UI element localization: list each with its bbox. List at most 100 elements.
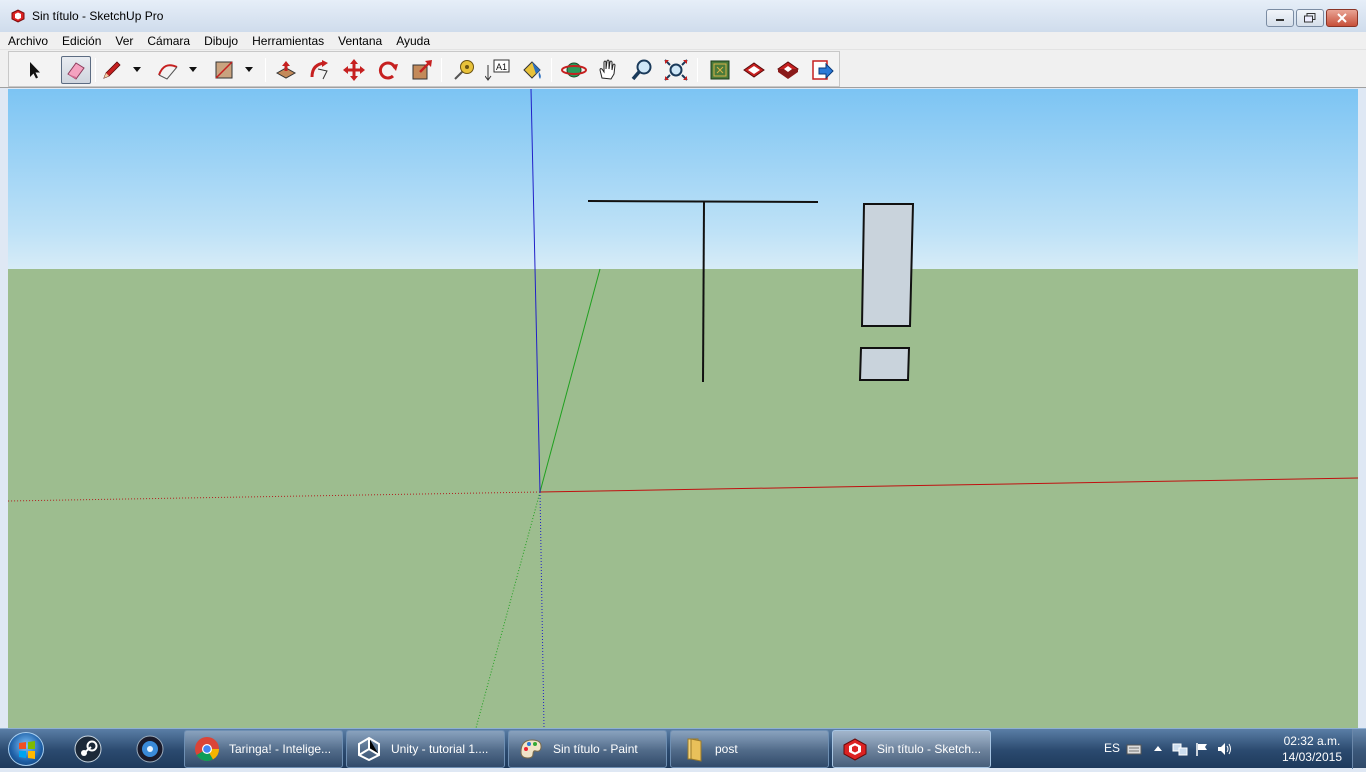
arc-dropdown-arrow[interactable] [187,56,199,84]
magnifier-icon [631,59,652,81]
volume-icon[interactable] [1216,741,1232,757]
minimize-button[interactable] [1266,9,1294,27]
restore-icon [1304,13,1316,23]
text-tool-button[interactable]: A1 [483,56,513,84]
restore-button[interactable] [1296,9,1324,27]
window-controls [1266,9,1358,27]
show-desktop-button[interactable] [1352,729,1366,769]
push-pull-tool-button[interactable] [271,56,301,84]
show-hidden-icons-icon[interactable] [1150,741,1166,757]
svg-text:A1: A1 [496,62,507,72]
get-models-button[interactable] [705,56,735,84]
taskbar: Taringa! - Intelige... Unity - tutorial … [0,728,1366,769]
toolbar-separator [265,58,266,82]
zoom-extents-tool-button[interactable] [661,56,691,84]
taskbar-button-label: Sin título - Sketch... [877,742,982,756]
menu-edicion[interactable]: Edición [55,33,108,49]
green-axis-positive [539,268,601,493]
orbit-tool-button[interactable] [559,56,589,84]
chevron-down-icon [133,67,141,72]
drawing-viewport[interactable] [8,89,1358,728]
network-icon[interactable] [1172,741,1188,757]
taskbar-button-paint[interactable]: Sin título - Paint [508,730,667,768]
paint-bucket-tool-button[interactable] [517,56,547,84]
scale-tool-button[interactable] [407,56,437,84]
clock[interactable]: 02:32 a.m. 14/03/2015 [1282,733,1342,765]
orbit-icon [561,62,587,78]
pencil-icon [103,61,121,79]
action-center-flag-icon[interactable] [1194,741,1210,757]
taskbar-button-folder[interactable]: post [670,730,829,768]
move-tool-button[interactable] [339,56,369,84]
keyboard-icon[interactable] [1126,741,1142,757]
menu-archivo[interactable]: Archivo [0,33,55,49]
tape-measure-tool-button[interactable] [449,56,479,84]
rectangle-tool-button[interactable] [209,56,239,84]
sketchup-icon [11,9,25,23]
taskbar-button-sketchup[interactable]: Sin título - Sketch... [832,730,991,768]
menu-herramientas[interactable]: Herramientas [245,33,331,49]
taskbar-button-label: Taringa! - Intelige... [229,742,332,756]
t-crossbar-edge [587,200,819,203]
green-axis-negative [475,491,541,728]
close-icon [1337,13,1347,23]
unity-icon [358,736,380,762]
line-tool-button[interactable] [97,56,127,84]
taskbar-pinned-media-center[interactable] [124,731,176,767]
language-indicator[interactable]: ES [1104,741,1120,755]
sketchup-icon [843,738,867,761]
folder-icon [687,738,702,762]
arc-tool-button[interactable] [153,56,183,84]
rectangle-dropdown-arrow[interactable] [243,56,255,84]
window-title: Sin título - SketchUp Pro [32,9,164,23]
chevron-down-icon [189,67,197,72]
scale-icon [412,60,432,80]
pan-tool-button[interactable] [593,56,623,84]
menu-ver[interactable]: Ver [108,33,140,49]
start-button[interactable] [8,732,44,766]
model-scene [8,89,1358,728]
taskbar-button-chrome[interactable]: Taringa! - Intelige... [184,730,343,768]
close-button[interactable] [1326,9,1358,27]
toolbar-separator [697,58,698,82]
rotate-tool-button[interactable] [373,56,403,84]
taskbar-button-unity[interactable]: Unity - tutorial 1.... [346,730,505,768]
blue-axis-negative [539,491,545,728]
menu-camara[interactable]: Cámara [140,33,197,49]
taskbar-button-label: Unity - tutorial 1.... [391,742,489,756]
menu-dibujo[interactable]: Dibujo [197,33,245,49]
line-dropdown-arrow[interactable] [131,56,143,84]
zoom-tool-button[interactable] [627,56,657,84]
toolbar-frame: A1 [8,51,840,87]
menu-ventana[interactable]: Ventana [331,33,389,49]
push-pull-icon [275,61,297,79]
system-tray: ES 02:32 a.m. 14/03/2015 [1096,729,1366,769]
steam-icon [74,735,102,763]
rectangle-icon [215,61,233,79]
zoom-extents-icon [664,59,688,81]
share-component-button[interactable] [773,56,803,84]
select-tool-button[interactable] [19,56,49,84]
t-stem-edge [702,201,705,383]
toolbar-separator [95,58,96,82]
taskbar-button-label: Sin título - Paint [553,742,638,756]
follow-me-tool-button[interactable] [305,56,335,84]
exclamation-bar-face [860,203,915,327]
red-axis-positive [539,477,1358,493]
exclamation-dot-face [858,347,911,381]
send-to-layout-icon [812,60,834,80]
paint-icon [520,739,542,759]
eraser-tool-button[interactable] [61,56,91,84]
text-label-icon: A1 [485,59,510,81]
toolbar-separator [441,58,442,82]
taskbar-button-label: post [715,742,738,756]
eraser-icon [67,62,85,80]
menu-ayuda[interactable]: Ayuda [389,33,437,49]
move-icon [343,59,365,81]
taskbar-pinned-steam[interactable] [62,731,114,767]
share-model-icon [743,62,765,78]
clock-time: 02:32 a.m. [1283,734,1341,748]
send-to-layout-button[interactable] [807,56,837,84]
red-axis-negative [8,491,541,502]
share-model-button[interactable] [739,56,769,84]
